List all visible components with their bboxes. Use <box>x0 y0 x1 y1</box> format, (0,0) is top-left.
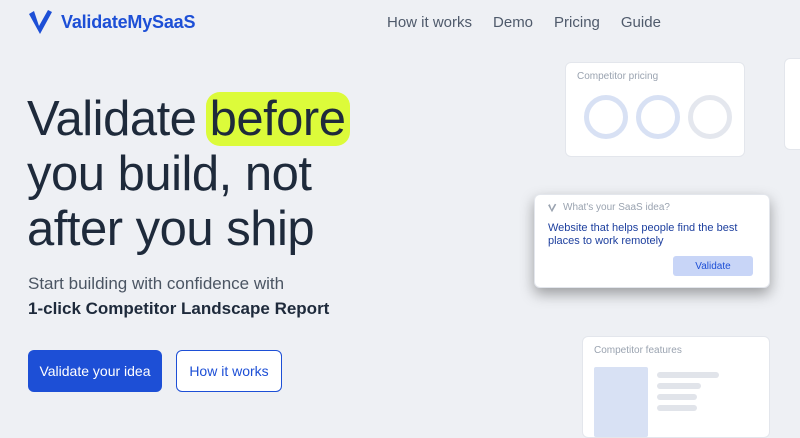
site-header: ValidateMySaaS How it works Demo Pricing… <box>0 0 800 46</box>
pricing-ring <box>688 95 732 139</box>
idea-validate-button[interactable]: Validate <box>673 256 753 276</box>
feature-line <box>657 394 697 400</box>
idea-label-text: What's your SaaS idea? <box>563 202 670 213</box>
pricing-ring <box>636 95 680 139</box>
check-v-logo-icon <box>548 203 557 212</box>
saas-idea-card: What's your SaaS idea? Website that help… <box>534 194 770 288</box>
main-nav: How it works Demo Pricing Guide <box>387 14 661 31</box>
hero-title-line3: after you ship <box>27 202 315 256</box>
competitor-pricing-card: Competitor pricing <box>565 62 745 157</box>
competitor-features-card: Competitor features <box>582 336 770 438</box>
brand-name: ValidateMySaaS <box>61 11 196 32</box>
hero-title-line2: you build, not <box>27 147 312 201</box>
card-title: Competitor pricing <box>577 71 659 82</box>
partial-card <box>784 58 800 150</box>
feature-line <box>657 372 719 378</box>
idea-label: What's your SaaS idea? <box>547 202 670 213</box>
validate-idea-button[interactable]: Validate your idea <box>28 350 162 392</box>
hero-title-highlight: before <box>205 92 350 146</box>
nav-demo[interactable]: Demo <box>493 14 533 31</box>
feature-thumbnail <box>594 367 648 437</box>
hero-title-pre: Validate <box>27 92 210 146</box>
card-title: Competitor features <box>594 345 682 356</box>
check-v-logo-icon <box>29 10 52 34</box>
feature-line <box>657 405 697 411</box>
nav-how-it-works[interactable]: How it works <box>387 14 472 31</box>
nav-guide[interactable]: Guide <box>621 14 661 31</box>
hero-title: Validate before you build, not after you… <box>27 92 350 257</box>
how-it-works-button[interactable]: How it works <box>176 350 282 392</box>
hero-subtitle-bold: 1-click Competitor Landscape Report <box>28 299 330 318</box>
feature-line <box>657 383 701 389</box>
pricing-ring <box>584 95 628 139</box>
hero-subtitle: Start building with confidence with <box>28 274 285 293</box>
logo[interactable]: ValidateMySaaS <box>27 8 195 36</box>
nav-pricing[interactable]: Pricing <box>554 14 600 31</box>
idea-input[interactable]: Website that helps people find the best … <box>548 222 758 248</box>
